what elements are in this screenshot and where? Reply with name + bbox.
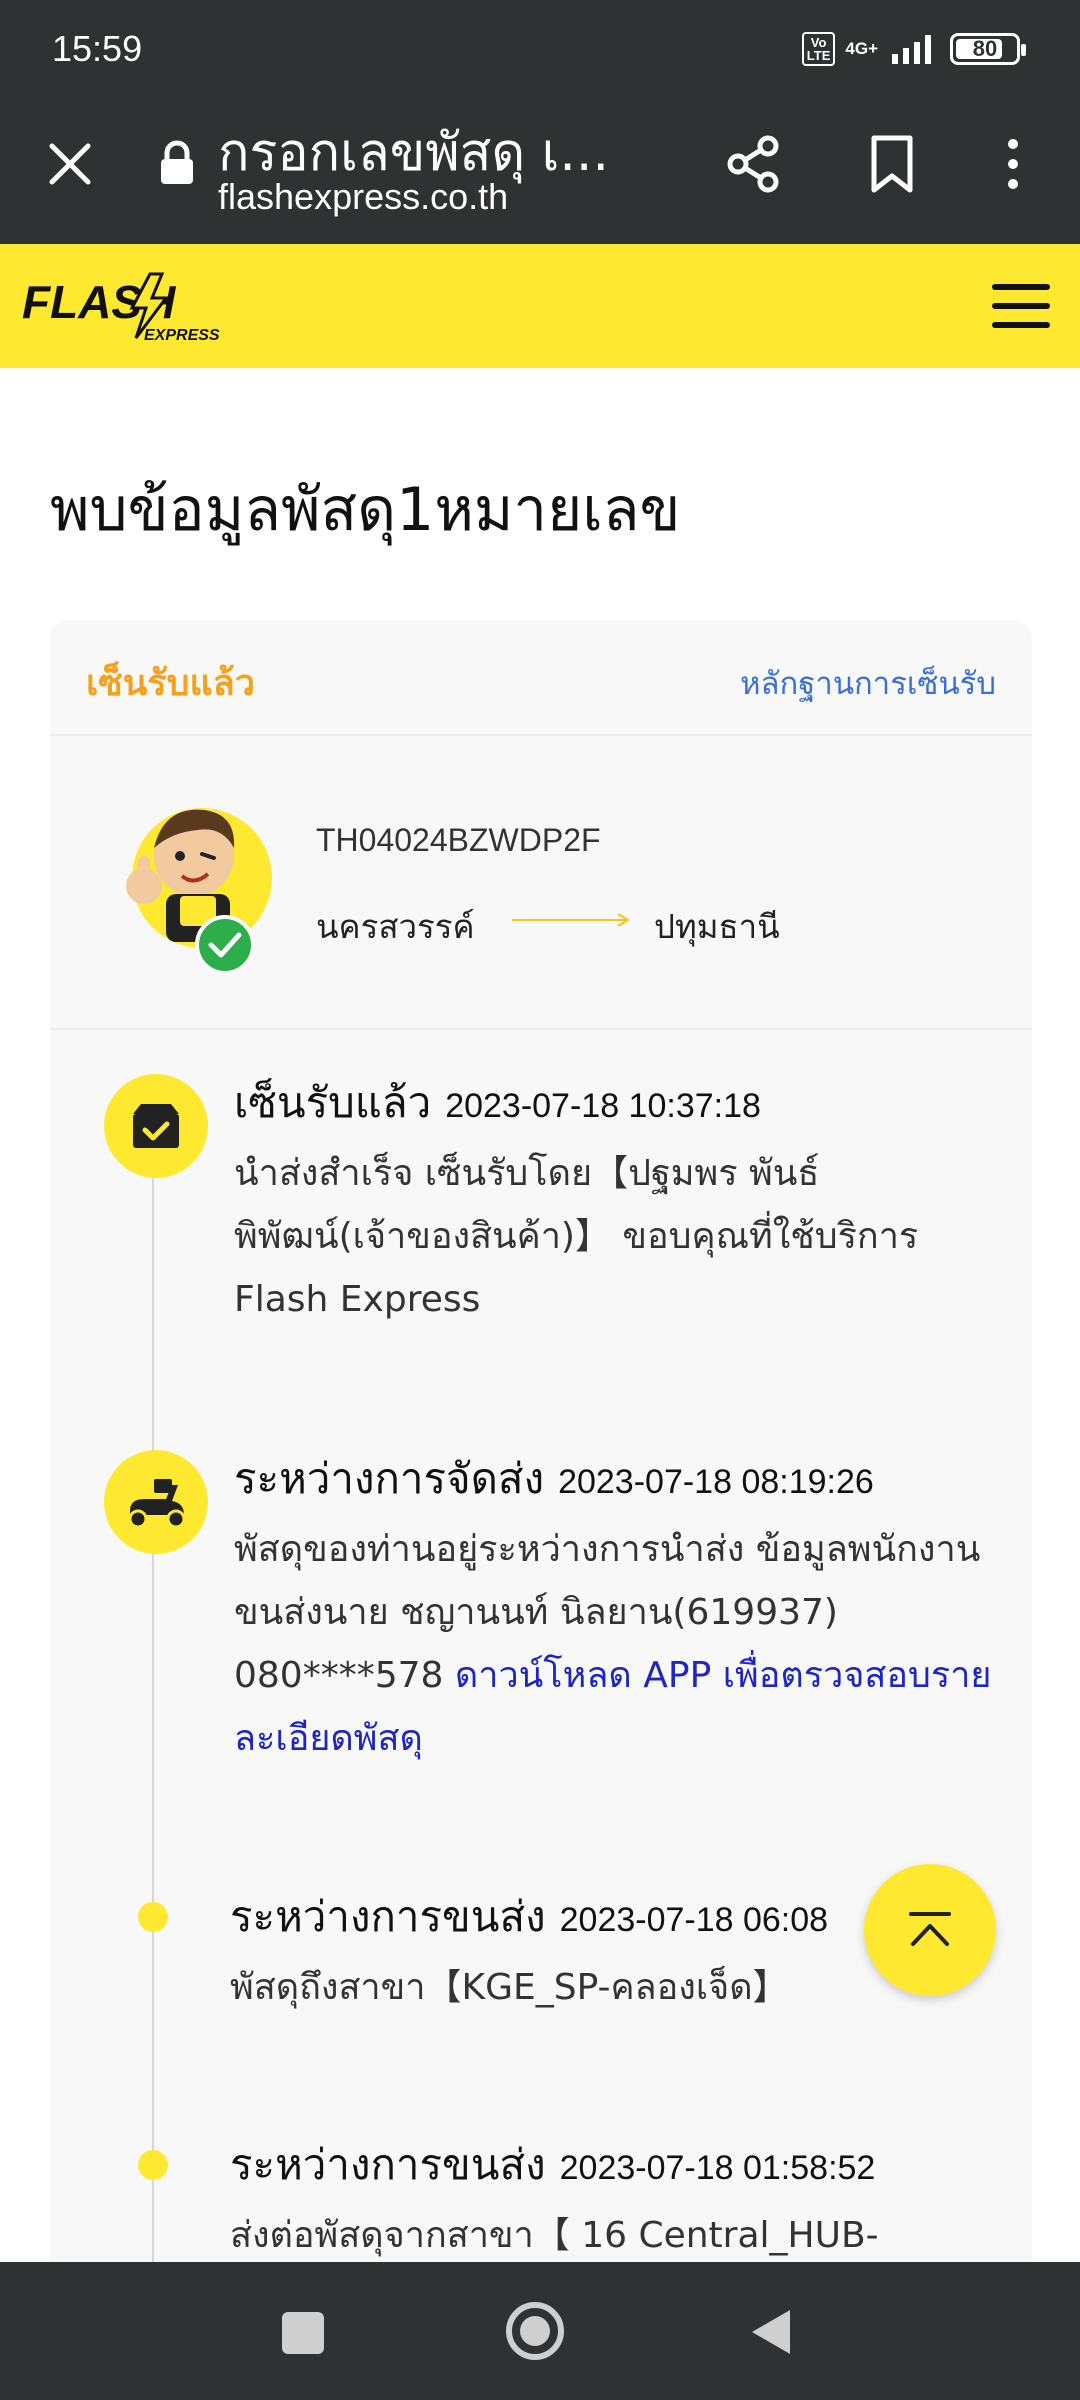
flash-express-logo[interactable]: FLASH EXPRESS	[20, 268, 232, 344]
chevron-up-icon	[909, 1912, 951, 1946]
more-options-button[interactable]	[988, 132, 1038, 196]
share-button[interactable]	[722, 132, 786, 196]
close-icon	[49, 143, 91, 185]
back-button[interactable]	[748, 2306, 794, 2358]
battery-icon: 80	[950, 33, 1026, 65]
volte-icon: Vo LTE	[801, 32, 836, 66]
check-icon	[195, 915, 255, 975]
tracking-number: TH04024BZWDP2F	[316, 822, 601, 858]
timeline-marker	[104, 1074, 208, 1178]
event-time: 2023-07-18 01:58:52	[559, 2149, 876, 2187]
scroll-to-top-button[interactable]	[864, 1864, 996, 1996]
timeline-event-header: ระหว่างการขนส่ง 2023-07-18 01:58:52	[230, 2132, 875, 2198]
card-header: เซ็นรับแล้ว หลักฐานการเซ็นรับ	[50, 620, 1032, 736]
event-time: 2023-07-18 06:08	[559, 1901, 829, 1939]
recent-apps-button[interactable]	[282, 2312, 324, 2354]
signal-icon	[892, 35, 931, 64]
site-header: FLASH EXPRESS	[0, 244, 1080, 368]
event-time: 2023-07-18 08:19:26	[558, 1463, 874, 1501]
parcel-summary: TH04024BZWDP2F นครสวรรค์ ปทุมธานี	[50, 736, 1032, 1030]
battery-level: 80	[972, 36, 998, 61]
origin-province: นครสวรรค์	[316, 907, 475, 946]
signature-proof-link[interactable]: หลักฐานการเซ็นรับ	[740, 658, 996, 708]
page-domain[interactable]: flashexpress.co.th	[218, 176, 508, 218]
status-bar: 15:59 Vo LTE 4G+ 80	[0, 0, 1080, 106]
network-type: 4G+	[845, 39, 878, 58]
event-description: นำส่งสำเร็จ เซ็นรับโดย【ปฐมพร พันธ์พิพัฒน…	[234, 1153, 919, 1320]
event-description: พัสดุของท่านอยู่ระหว่างการนำส่ง ข้อมูลพน…	[234, 1518, 994, 1770]
timeline-event-header: เซ็นรับแล้ว 2023-07-18 10:37:18	[234, 1070, 761, 1136]
timeline-event-header: ระหว่างการขนส่ง 2023-07-18 06:08	[230, 1884, 828, 1950]
more-vert-icon	[1008, 139, 1018, 189]
scooter-icon	[128, 1479, 186, 1529]
route-arrow-icon	[512, 913, 630, 927]
status-time: 15:59	[52, 28, 143, 69]
parcel-card: เซ็นรับแล้ว หลักฐานการเซ็นรับ TH04024BZW…	[50, 620, 1032, 2400]
status-label: เซ็นรับแล้ว	[86, 663, 256, 704]
svg-text:EXPRESS: EXPRESS	[144, 327, 220, 344]
destination-province: ปทุมธานี	[654, 907, 780, 946]
timeline-line	[152, 1120, 154, 2400]
system-nav-bar	[0, 2262, 1080, 2400]
lock-icon	[161, 140, 193, 184]
event-status: เซ็นรับแล้ว	[234, 1078, 432, 1127]
hamburger-icon	[992, 284, 1050, 328]
hamburger-menu-button[interactable]	[990, 280, 1052, 332]
status-icons: Vo LTE 4G+ 80	[801, 32, 1026, 66]
timeline-event-header: ระหว่างการจัดส่ง 2023-07-18 08:19:26	[234, 1446, 874, 1512]
home-button[interactable]	[506, 2302, 564, 2360]
box-check-icon	[133, 1104, 179, 1148]
share-icon	[727, 135, 779, 193]
result-title: พบข้อมูลพัสดุ1หมายเลข	[50, 475, 681, 545]
event-status: ระหว่างการจัดส่ง	[234, 1454, 545, 1503]
timeline-dot	[138, 1902, 168, 1932]
event-time: 2023-07-18 10:37:18	[445, 1087, 761, 1125]
event-status: ระหว่างการขนส่ง	[230, 2140, 546, 2189]
timeline-dot	[138, 2150, 168, 2180]
bookmark-icon	[871, 135, 913, 193]
close-button[interactable]	[40, 134, 100, 194]
event-description: ส่งต่อพัสดุจากสาขา【 16 Central_HUB-	[230, 2215, 879, 2256]
bookmark-button[interactable]	[862, 132, 922, 196]
browser-toolbar: กรอกเลขพัสดุ เ... flashexpress.co.th	[0, 106, 1080, 244]
event-status: ระหว่างการขนส่ง	[230, 1892, 546, 1941]
timeline-marker	[104, 1450, 208, 1554]
